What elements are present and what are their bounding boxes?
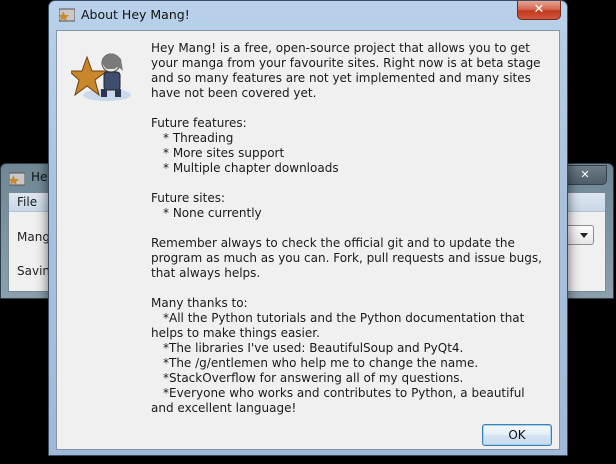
future-feature-item: * More sites support (163, 146, 285, 160)
thanks-heading: Many thanks to: (151, 296, 248, 310)
dialog-content: Hey Mang! is a free, open-source project… (56, 30, 560, 450)
thanks-item: *The libraries I've used: BeautifulSoup … (163, 341, 464, 355)
future-site-item: * None currently (163, 206, 262, 220)
thanks-item: *The /g/entlemen who help me to change t… (163, 356, 479, 370)
intro-paragraph: Hey Mang! is a free, open-source project… (151, 41, 541, 100)
dialog-close-button[interactable]: ✕ (517, 1, 561, 20)
future-features-heading: Future features: (151, 116, 247, 130)
close-icon: ✕ (580, 168, 590, 181)
dialog-title: About Hey Mang! (81, 7, 190, 22)
close-icon: ✕ (533, 2, 545, 17)
thanks-item: *Everyone who works and contributes to P… (151, 386, 525, 415)
chevron-down-icon (580, 233, 588, 238)
star-mascot-icon (71, 45, 133, 103)
menu-file[interactable]: File (17, 195, 37, 209)
future-feature-item: * Threading (163, 131, 234, 145)
about-dialog: About Hey Mang! ✕ Hey Mang! is a free, o… (48, 0, 568, 456)
thanks-item: *StackOverflow for answering all of my q… (163, 371, 464, 385)
app-icon (59, 8, 75, 22)
remember-paragraph: Remember always to check the official gi… (151, 236, 542, 280)
future-sites-heading: Future sites: (151, 191, 225, 205)
app-icon (9, 172, 25, 186)
main-window-close-button[interactable]: ✕ (563, 165, 607, 185)
ok-button[interactable]: OK (482, 424, 552, 446)
about-text: Hey Mang! is a free, open-source project… (151, 41, 543, 416)
future-feature-item: * Multiple chapter downloads (163, 161, 339, 175)
thanks-item: *All the Python tutorials and the Python… (151, 311, 525, 340)
